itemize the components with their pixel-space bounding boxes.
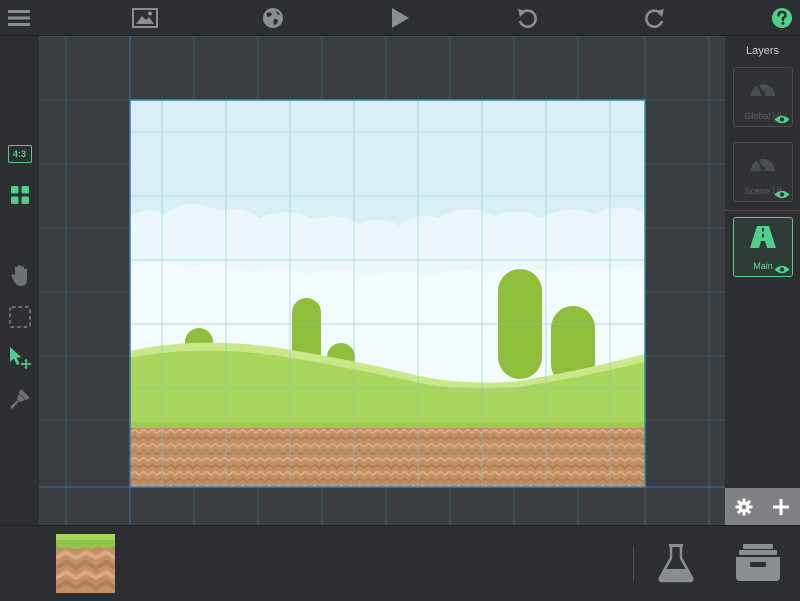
select-move-button[interactable] (6, 344, 33, 371)
paint-tool-button[interactable] (6, 385, 33, 412)
brush-icon (9, 388, 30, 409)
globe-icon (263, 7, 283, 28)
menu-button[interactable] (4, 0, 34, 35)
grid-icon (10, 185, 29, 204)
help-button[interactable] (768, 0, 796, 35)
left-toolbar: 4:3 (0, 36, 39, 525)
scene-view (39, 36, 725, 525)
hand-icon (10, 264, 27, 286)
image-button[interactable] (130, 0, 160, 35)
speedometer-icon (751, 83, 775, 97)
archive-button[interactable] (734, 540, 782, 584)
play-button[interactable] (385, 0, 415, 35)
layers-panel: Layers Global UI Scene UI Main (725, 36, 800, 525)
hamburger-menu-icon (8, 9, 30, 26)
undo-button[interactable] (512, 0, 542, 35)
aspect-ratio-icon: 4:3 (7, 144, 32, 163)
marquee-select-button[interactable] (6, 303, 33, 330)
grass-dirt-tile (54, 534, 117, 593)
layers-title: Layers (745, 45, 780, 57)
bottom-bar (0, 525, 800, 601)
redo-icon (645, 8, 664, 28)
layers-divider (725, 210, 800, 211)
add-layer-button[interactable] (762, 488, 799, 525)
layer-actions (725, 488, 800, 525)
dashed-square-icon (8, 305, 31, 328)
help-circle-icon (772, 7, 792, 28)
eye-icon[interactable] (774, 264, 790, 275)
flask-icon (658, 544, 694, 583)
speedometer-icon (751, 158, 775, 172)
cursor-move-icon (9, 346, 31, 369)
bottom-separator (633, 546, 634, 581)
layer-settings-button[interactable] (725, 488, 762, 525)
plus-icon (772, 498, 789, 515)
road-icon (750, 226, 776, 248)
layer-main[interactable]: Main (733, 217, 793, 277)
eye-icon[interactable] (774, 114, 790, 125)
aspect-ratio-label: 4:3 (12, 148, 26, 159)
archive-box-icon (736, 544, 780, 581)
pan-tool-button[interactable] (6, 262, 33, 289)
play-icon (392, 7, 409, 28)
flask-button[interactable] (656, 542, 696, 584)
aspect-ratio-button[interactable]: 4:3 (6, 140, 33, 167)
eye-icon[interactable] (774, 189, 790, 200)
layer-global-ui[interactable]: Global UI (733, 67, 793, 127)
scene-canvas[interactable] (39, 36, 725, 525)
image-icon (132, 7, 158, 28)
layer-scene-ui[interactable]: Scene UI (733, 142, 793, 202)
undo-icon (518, 8, 537, 28)
globe-button[interactable] (258, 0, 288, 35)
tile-swatch[interactable] (54, 534, 117, 593)
gear-icon (735, 498, 752, 515)
redo-button[interactable] (640, 0, 670, 35)
top-toolbar (0, 0, 800, 36)
grid-button[interactable] (6, 181, 33, 208)
